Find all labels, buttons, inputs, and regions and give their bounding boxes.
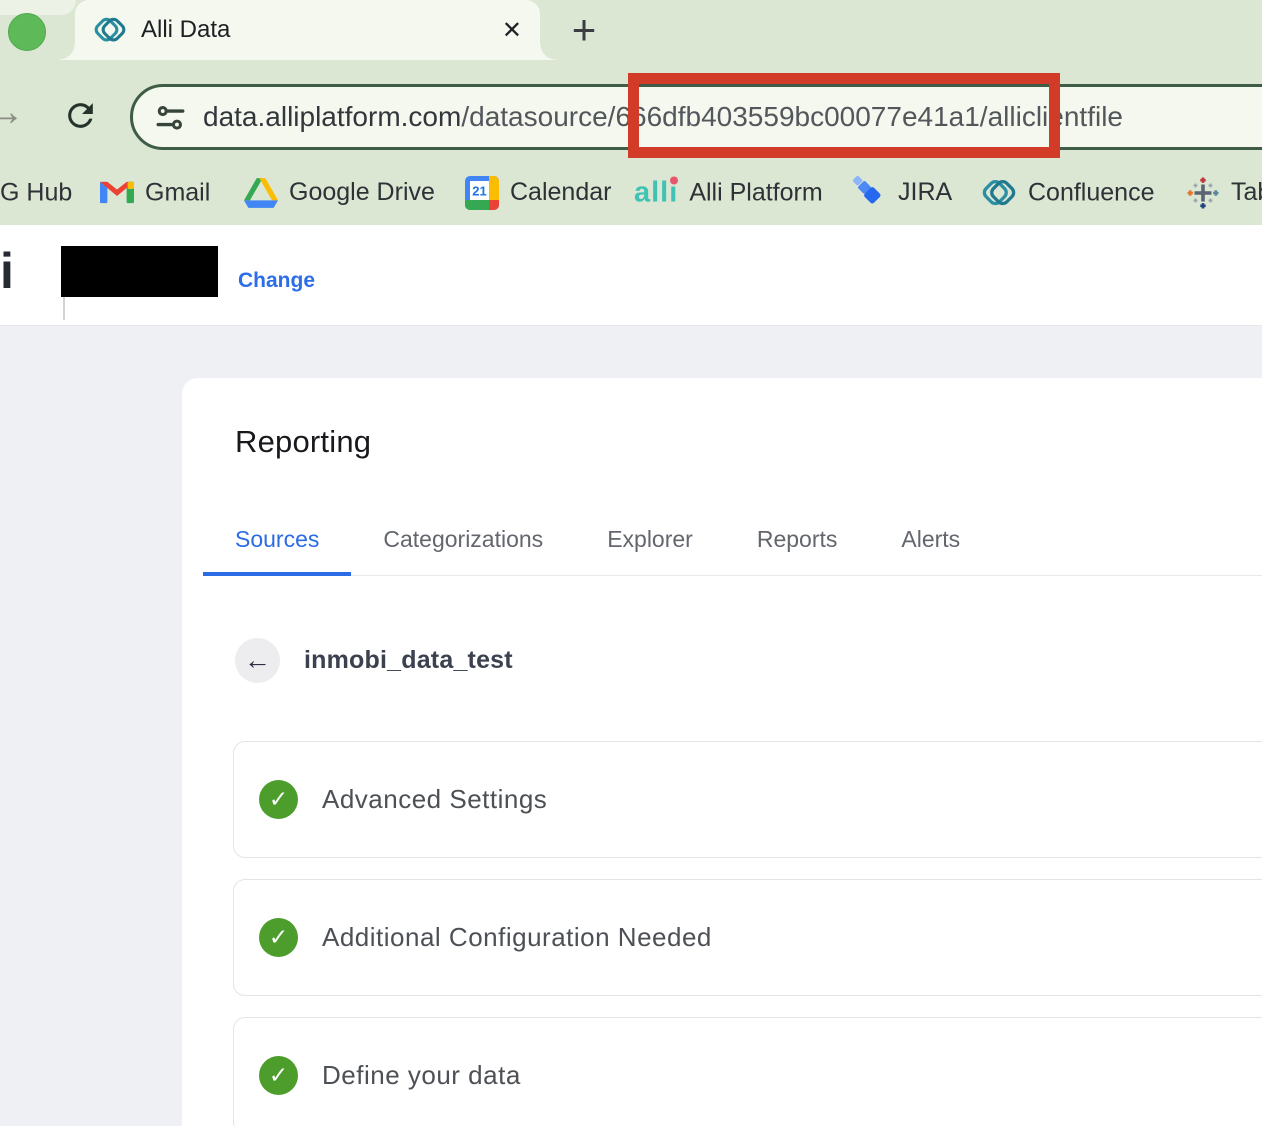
reporting-panel: Reporting Sources Categorizations Explor… [182,378,1262,1126]
check-circle-icon: ✓ [259,780,298,819]
back-arrow-icon: ← [244,645,271,676]
bookmark-label: JIRA [898,178,952,207]
browser-chrome: Alli Data ✕ + → data.alliplatform.com/da… [0,0,1262,225]
redacted-account-name [61,246,218,297]
google-drive-icon [244,178,278,208]
bookmark-label: G Hub [0,178,72,207]
calendar-date: 21 [472,183,486,198]
tab-sources[interactable]: Sources [203,510,351,576]
bookmark-confluence[interactable]: Confluence [981,176,1154,209]
url-highlight-annotation [628,73,1060,158]
bookmark-label: Alli Platform [689,178,822,207]
reporting-tabs: Sources Categorizations Explorer Reports… [203,510,1262,576]
bookmark-label: Calendar [510,178,611,207]
bookmark-jira[interactable]: JIRA [853,176,952,210]
browser-toolbar: → data.alliplatform.com/datasource/666df… [0,60,1262,160]
setup-steps: ✓ Advanced Settings ✓ Additional Configu… [233,741,1262,1126]
header-divider [63,297,65,320]
window-corner [0,0,76,15]
browser-tab-alli-data[interactable]: Alli Data ✕ [75,0,540,60]
reload-icon[interactable] [62,97,99,134]
alli-logo-fragment: i [0,244,14,299]
tab-title: Alli Data [141,16,502,44]
alli-wordmark-icon: alli [634,178,678,207]
window-fullscreen-button[interactable] [8,13,46,51]
change-link[interactable]: Change [238,269,315,293]
bookmark-label: Confluence [1028,178,1154,207]
bookmark-tableau[interactable]: Tableau [1186,176,1262,210]
bookmark-g-hub[interactable]: G Hub [0,178,72,207]
tableau-icon [1186,176,1220,210]
step-label: Define your data [322,1060,521,1091]
step-advanced-settings[interactable]: ✓ Advanced Settings [233,741,1262,858]
new-tab-button[interactable]: + [558,5,610,55]
back-button[interactable]: ← [235,638,280,683]
source-title-row: ← inmobi_data_test [235,638,1262,683]
bookmark-gmail[interactable]: Gmail [100,178,210,207]
browser-window: Alli Data ✕ + → data.alliplatform.com/da… [0,0,1262,1126]
site-settings-icon[interactable] [155,102,186,133]
check-circle-icon: ✓ [259,918,298,957]
bookmark-google-drive[interactable]: Google Drive [244,178,435,208]
check-circle-icon: ✓ [259,1056,298,1095]
tab-categorizations[interactable]: Categorizations [351,510,575,576]
bookmark-label: Google Drive [289,178,435,207]
bookmarks-bar: G Hub Gmail Google Drive [0,160,1262,225]
bookmark-alli-platform[interactable]: alli Alli Platform [634,178,823,207]
calendar-icon: 21 [465,176,499,210]
bookmark-calendar[interactable]: 21 Calendar [465,176,611,210]
jira-icon [853,176,887,210]
site-header: i Change [0,225,1262,326]
step-additional-configuration[interactable]: ✓ Additional Configuration Needed [233,879,1262,996]
tab-reports[interactable]: Reports [725,510,870,576]
step-label: Advanced Settings [322,784,547,815]
tab-alerts[interactable]: Alerts [869,510,992,576]
bookmark-label: Gmail [145,178,210,207]
gmail-icon [100,180,134,206]
tab-strip: Alli Data ✕ + [0,0,1262,60]
step-define-your-data[interactable]: ✓ Define your data [233,1017,1262,1126]
tab-close-icon[interactable]: ✕ [502,16,522,45]
forward-icon[interactable]: → [0,90,25,135]
tab-explorer[interactable]: Explorer [575,510,725,576]
page-title: Reporting [235,424,1262,460]
source-name: inmobi_data_test [304,646,513,675]
bookmark-label: Tableau [1231,178,1262,207]
url-domain: data.alliplatform.com [203,101,461,132]
step-label: Additional Configuration Needed [322,922,712,953]
alli-data-favicon [93,14,127,46]
confluence-icon [981,176,1017,209]
